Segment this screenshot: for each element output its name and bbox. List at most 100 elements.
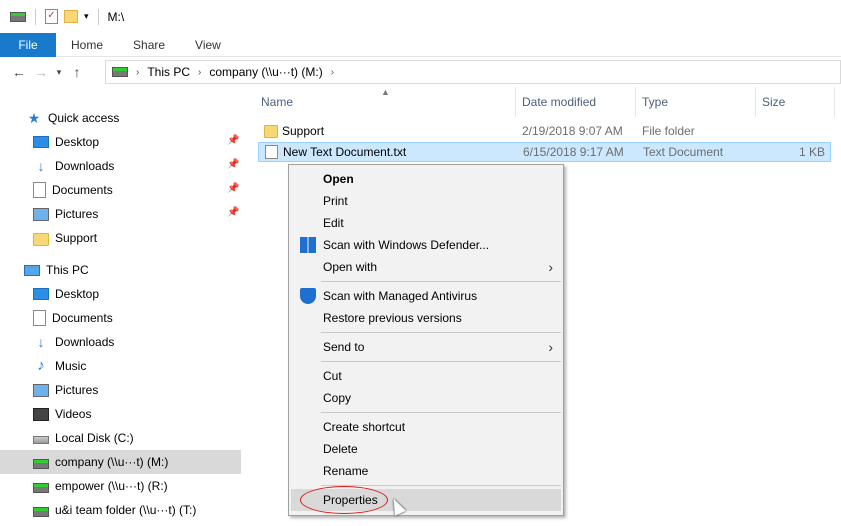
nav-label: empower (\\u···t) (R:) [55,479,168,493]
nav-item-desktop[interactable]: Desktop 📌 [0,130,241,154]
nav-label: Local Disk (C:) [55,431,134,445]
recent-locations-icon[interactable]: ▾ [52,61,66,83]
menu-item-scan-defender[interactable]: Scan with Windows Defender... [291,234,561,256]
breadcrumb-this-pc[interactable]: This PC [147,65,190,79]
nav-label: company (\\u···t) (M:) [55,455,169,469]
column-header-size[interactable]: Size [756,87,835,117]
nav-pc-local-disk[interactable]: Local Disk (C:) [0,426,241,450]
nav-quick-access[interactable]: ★ Quick access [0,106,241,130]
chevron-right-icon[interactable]: › [331,67,334,78]
nav-item-pictures[interactable]: Pictures 📌 [0,202,241,226]
nav-label: Music [55,359,87,373]
folder-icon [33,232,49,246]
network-drive-icon [33,506,49,517]
window-title: M:\ [107,9,125,24]
desktop-icon [33,288,49,300]
back-arrow-icon[interactable]: ← [8,61,30,83]
video-icon [33,407,49,421]
navigation-pane: ★ Quick access Desktop 📌 ↓ Downloads 📌 D… [0,100,241,526]
menu-label: Scan with Windows Defender... [323,238,490,252]
divider [97,8,99,25]
menu-item-scan-managed[interactable]: Scan with Managed Antivirus [291,285,561,307]
nav-item-support[interactable]: Support [0,226,241,250]
nav-pc-downloads[interactable]: ↓ Downloads [0,330,241,354]
nav-pc-pictures[interactable]: Pictures [0,378,241,402]
new-folder-icon[interactable] [64,10,78,23]
folder-icon [264,125,278,138]
pin-icon[interactable]: 📌 [227,183,239,194]
menu-item-open[interactable]: Open [291,168,561,190]
file-size: 1 KB [799,145,826,159]
menu-item-rename[interactable]: Rename [291,460,561,482]
column-header-name[interactable]: Name [255,87,516,117]
file-row[interactable]: Support 2/19/2018 9:07 AM File folder [258,121,831,141]
menu-divider [321,281,561,282]
nav-pc-company-drive[interactable]: company (\\u···t) (M:) [0,450,241,474]
file-row[interactable]: New Text Document.txt 6/15/2018 9:17 AM … [258,142,831,162]
address-bar[interactable]: › This PC › company (\\u···t) (M:) › [105,60,841,84]
nav-pc-team-drive[interactable]: u&i team folder (\\u···t) (T:) [0,498,241,522]
column-header-type[interactable]: Type [636,87,756,117]
divider [35,8,36,25]
menu-label: Send to [323,340,365,354]
menu-item-send-to[interactable]: Send to › [291,336,561,358]
menu-label: Open with [323,260,378,274]
nav-pc-music[interactable]: ♪ Music [0,354,241,378]
nav-pc-desktop[interactable]: Desktop [0,282,241,306]
file-type: Text Document [643,145,724,159]
ribbon: File Home Share View [0,33,841,57]
document-icon [33,310,46,326]
pin-icon[interactable]: 📌 [227,135,239,146]
file-date: 6/15/2018 9:17 AM [523,145,624,159]
desktop-icon [33,136,49,148]
up-arrow-icon[interactable]: ↑ [66,61,88,83]
nav-pc-documents[interactable]: Documents [0,306,241,330]
nav-label: Desktop [55,135,100,149]
column-header-date[interactable]: Date modified [516,87,636,117]
menu-label: Scan with Managed Antivirus [323,289,478,303]
menu-divider [321,412,561,413]
pictures-icon [33,383,49,397]
breadcrumb-drive[interactable]: company (\\u···t) (M:) [209,65,322,79]
customize-toolbar-icon[interactable]: ▾ [84,11,89,22]
tab-file[interactable]: File [0,33,56,57]
tab-share[interactable]: Share [118,33,180,57]
menu-item-cut[interactable]: Cut [291,365,561,387]
menu-divider [321,361,561,362]
pin-icon[interactable]: 📌 [227,159,239,170]
chevron-right-icon: › [548,339,553,355]
tab-home[interactable]: Home [56,33,118,57]
nav-pc-empower-drive[interactable]: empower (\\u···t) (R:) [0,474,241,498]
nav-label: Pictures [55,207,99,221]
nav-label: Pictures [55,383,99,397]
computer-icon [24,264,40,276]
menu-item-create-shortcut[interactable]: Create shortcut [291,416,561,438]
nav-label: Downloads [55,159,115,173]
nav-label: Support [55,231,98,245]
forward-arrow-icon[interactable]: → [30,61,52,83]
red-annotation-circle [300,486,388,514]
nav-label: This PC [46,263,89,277]
nav-item-downloads[interactable]: ↓ Downloads 📌 [0,154,241,178]
nav-label: Documents [52,311,113,325]
nav-label: Quick access [48,111,120,125]
hard-drive-icon [33,436,49,444]
chevron-right-icon[interactable]: › [198,67,201,78]
menu-item-open-with[interactable]: Open with › [291,256,561,278]
tab-view[interactable]: View [180,33,236,57]
menu-item-print[interactable]: Print [291,190,561,212]
file-type: File folder [642,124,695,138]
properties-icon[interactable]: ✓ [45,9,58,24]
nav-pc-videos[interactable]: Videos [0,402,241,426]
nav-this-pc[interactable]: This PC [0,258,241,282]
shield-icon [300,288,316,304]
pin-icon[interactable]: 📌 [227,207,239,218]
network-drive-icon [33,482,49,493]
chevron-right-icon[interactable]: › [136,67,139,78]
menu-item-copy[interactable]: Copy [291,387,561,409]
nav-label: u&i team folder (\\u···t) (T:) [55,503,197,517]
menu-item-edit[interactable]: Edit [291,212,561,234]
nav-item-documents[interactable]: Documents 📌 [0,178,241,202]
menu-item-delete[interactable]: Delete [291,438,561,460]
menu-item-restore[interactable]: Restore previous versions [291,307,561,329]
